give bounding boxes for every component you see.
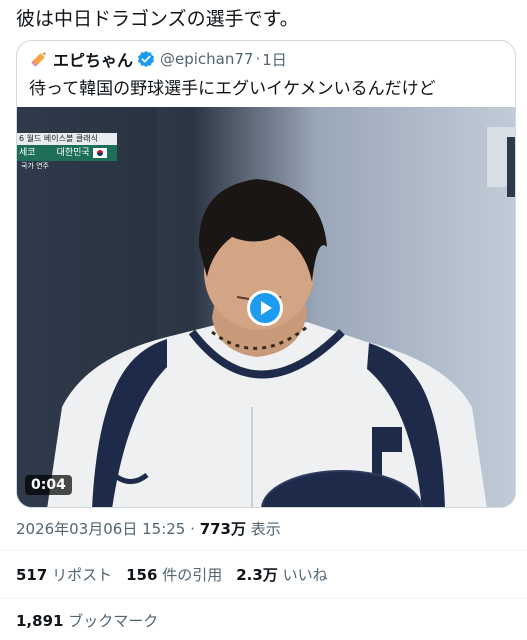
tweet-text: 彼は中日ドラゴンズの選手です。: [16, 8, 299, 30]
likes-stat[interactable]: 2.3万 いいね: [236, 564, 327, 585]
overlay-team-right: 대한민국: [56, 148, 90, 158]
quote-text: 待って韓国の野球選手にエグいイケメンいるんだけど: [29, 79, 436, 99]
play-button[interactable]: [247, 290, 283, 326]
quotes-stat[interactable]: 156 件の引用: [126, 564, 222, 585]
pencil-icon: [31, 52, 46, 67]
quotes-count: 156: [126, 566, 158, 584]
likes-count: 2.3万: [236, 566, 278, 584]
quotes-label: 件の引用: [162, 566, 223, 584]
overlay-title: 6 월드 베이스볼 클래식: [17, 133, 117, 145]
reposts-stat[interactable]: 517 リポスト: [16, 564, 112, 585]
quote-timestamp[interactable]: 1日: [262, 49, 287, 70]
quote-dot: ·: [255, 50, 261, 68]
korea-flag-icon: [92, 148, 107, 158]
bookmarks-label: ブックマーク: [68, 612, 159, 630]
overlay-teams: 세코 대한민국: [17, 145, 117, 161]
play-icon: [261, 301, 272, 315]
tweet-meta: 2026年03月06日 15:25 · 773万 表示: [16, 518, 281, 539]
video-duration: 0:04: [25, 475, 72, 495]
reposts-label: リポスト: [52, 566, 113, 584]
overlay-team-left: 세코: [19, 148, 36, 158]
bookmarks-stat[interactable]: 1,891 ブックマーク: [16, 610, 158, 631]
tweet-timestamp[interactable]: 2026年03月06日 15:25: [16, 520, 185, 538]
divider: [0, 598, 527, 599]
bookmarks-count: 1,891: [16, 612, 64, 630]
broadcast-score-overlay: 6 월드 베이스볼 클래식 세코 대한민국 국가 연주: [17, 133, 117, 171]
views-label: 表示: [250, 520, 281, 538]
reposts-count: 517: [16, 566, 48, 584]
video-player[interactable]: 6 월드 베이스볼 클래식 세코 대한민국 국가 연주 0:04: [17, 107, 515, 507]
meta-separator: ·: [190, 520, 195, 538]
overlay-subtitle: 국가 연주: [21, 162, 49, 170]
quote-author-name[interactable]: エピちゃん: [53, 47, 133, 71]
quote-author-handle[interactable]: @epichan77: [160, 50, 253, 68]
divider: [0, 550, 527, 551]
likes-label: いいね: [282, 566, 328, 584]
quote-tweet-card[interactable]: エピちゃん @epichan77 · 1日 待って韓国の野球選手にエグいイケメン…: [16, 40, 516, 508]
views-count: 773万: [199, 520, 246, 538]
engagement-stats: 517 リポスト 156 件の引用 2.3万 いいね: [16, 564, 328, 585]
verified-badge-icon: [137, 50, 155, 68]
quote-header: エピちゃん @epichan77 · 1日: [29, 47, 287, 71]
